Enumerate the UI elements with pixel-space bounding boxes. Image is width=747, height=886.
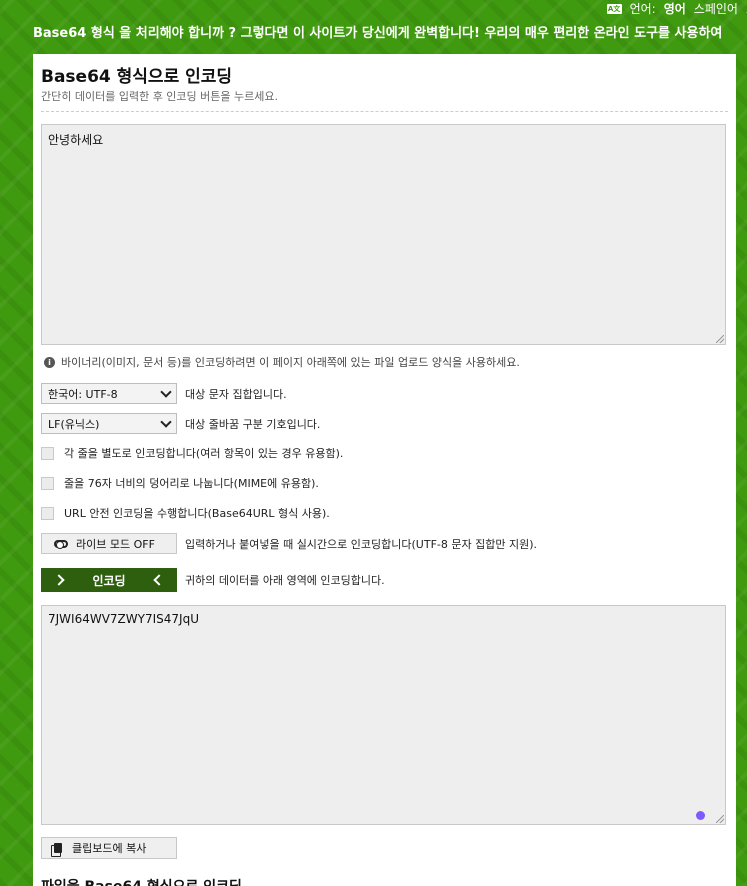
charset-row: 한국어: UTF-8 대상 문자 집합입니다.: [41, 383, 287, 404]
chunks-checkbox[interactable]: [41, 476, 54, 490]
chevron-down-icon: [160, 385, 172, 398]
newline-row: LF(유닉스) 대상 줄바꿈 구분 기호입니다.: [41, 413, 320, 434]
binary-info: i 바이너리(이미지, 문서 등)를 인코딩하려면 이 페이지 아래쪽에 있는 …: [44, 354, 520, 370]
resize-grip-icon[interactable]: [716, 815, 724, 823]
encode-description: 귀하의 데이터를 아래 영역에 인코딩합니다.: [185, 574, 385, 587]
encode-button-label: 인코딩: [92, 573, 126, 588]
chevron-down-icon: [160, 415, 172, 428]
encode-row: 인코딩 귀하의 데이터를 아래 영역에 인코딩합니다.: [41, 568, 385, 592]
binary-info-text: 바이너리(이미지, 문서 등)를 인코딩하려면 이 페이지 아래쪽에 있는 파일…: [61, 356, 520, 369]
divider: [41, 111, 728, 112]
newline-selected: LF(유닉스): [48, 417, 100, 431]
chunks-label[interactable]: 줄을 76자 너비의 덩어리로 나눕니다(MIME에 유용함).: [64, 475, 319, 491]
chevron-right-icon: [53, 574, 65, 586]
page-subtitle: 간단히 데이터를 입력한 후 인코딩 버튼을 누르세요.: [41, 90, 278, 103]
newline-select[interactable]: LF(유닉스): [41, 413, 177, 434]
newline-description: 대상 줄바꿈 구분 기호입니다.: [185, 417, 321, 431]
separate-lines-checkbox[interactable]: [41, 446, 54, 460]
promo-banner: Base64 형식 을 처리해야 합니까 ? 그렇다면 이 사이트가 당신에게 …: [33, 26, 723, 41]
language-link-english[interactable]: 영어: [664, 0, 686, 17]
output-textarea[interactable]: 7JWI64WV7ZWY7IS47JqU: [41, 605, 726, 825]
copy-icon: [51, 843, 62, 857]
live-mode-button[interactable]: 라이브 모드 OFF: [41, 533, 177, 554]
resize-grip-icon[interactable]: [716, 335, 724, 343]
separate-lines-label[interactable]: 각 줄을 별도로 인코딩합니다(여러 항목이 있는 경우 유용함).: [64, 445, 343, 461]
charset-select[interactable]: 한국어: UTF-8: [41, 383, 177, 404]
input-textarea[interactable]: 안녕하세요: [41, 124, 726, 345]
charset-selected: 한국어: UTF-8: [48, 387, 118, 401]
live-mode-label: 라이브 모드 OFF: [76, 537, 155, 551]
option-row-chunks: 줄을 76자 너비의 덩어리로 나눕니다(MIME에 유용함).: [41, 475, 319, 491]
live-mode-description: 입력하거나 붙여넣을 때 실시간으로 인코딩합니다(UTF-8 문자 집합만 지…: [185, 537, 537, 551]
language-link-spanish[interactable]: 스페인어: [694, 0, 738, 17]
extension-dot-icon: [696, 811, 705, 820]
translate-icon: A文: [606, 3, 622, 14]
top-bar: A文 언어: 영어 스페인어 포: [0, 0, 747, 18]
page-title: Base64 형식으로 인코딩: [41, 67, 233, 87]
language-selector: A文 언어: 영어 스페인어 포: [606, 0, 747, 17]
option-row-url-safe: URL 안전 인코딩을 수행합니다(Base64URL 형식 사용).: [41, 505, 330, 521]
toggle-icon: [54, 539, 68, 549]
output-text: 7JWI64WV7ZWY7IS47JqU: [48, 612, 199, 626]
url-safe-checkbox[interactable]: [41, 506, 54, 520]
info-icon: i: [44, 356, 55, 368]
encode-button[interactable]: 인코딩: [41, 568, 177, 592]
encoder-panel: Base64 형식으로 인코딩 간단히 데이터를 입력한 후 인코딩 버튼을 누…: [33, 54, 736, 886]
copy-button-label: 클립보드에 복사: [72, 842, 147, 855]
charset-description: 대상 문자 집합입니다.: [185, 387, 287, 401]
chevron-left-icon: [153, 574, 165, 586]
language-label: 언어:: [629, 2, 656, 16]
file-section-title: 파일을 Base64 형식으로 인코딩: [41, 876, 242, 886]
option-row-separate-lines: 각 줄을 별도로 인코딩합니다(여러 항목이 있는 경우 유용함).: [41, 445, 343, 461]
copy-clipboard-button[interactable]: 클립보드에 복사: [41, 837, 177, 859]
url-safe-label[interactable]: URL 안전 인코딩을 수행합니다(Base64URL 형식 사용).: [64, 505, 330, 521]
input-text: 안녕하세요: [48, 133, 104, 147]
live-mode-row: 라이브 모드 OFF 입력하거나 붙여넣을 때 실시간으로 인코딩합니다(UTF…: [41, 533, 537, 554]
